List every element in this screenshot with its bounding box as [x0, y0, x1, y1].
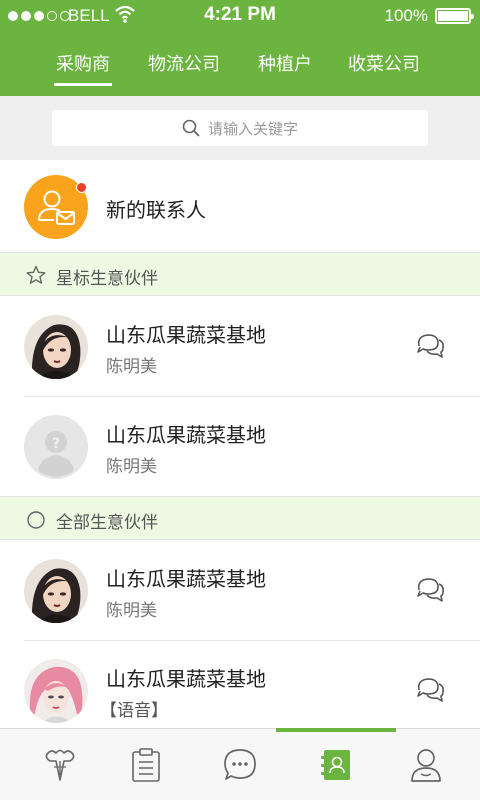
bottom-navigation — [0, 728, 480, 800]
section-header-all: 全部生意伙伴 — [0, 496, 480, 540]
chat-bubble-icon[interactable] — [414, 574, 446, 604]
nav-orders[interactable] — [98, 729, 194, 800]
contact-subtitle: 陈明美 — [106, 457, 157, 477]
battery-percentage: 100% — [384, 6, 428, 25]
tab-vegetable-collectors[interactable]: 收菜公司 — [348, 50, 420, 82]
search-input[interactable]: 请输入关键字 — [52, 110, 428, 146]
chat-bubble-icon — [224, 749, 256, 780]
svg-text:?: ? — [52, 436, 60, 452]
default-avatar: ? — [24, 415, 88, 479]
avatar — [24, 559, 88, 623]
tab-logistics[interactable]: 物流公司 — [148, 50, 220, 82]
notification-badge — [76, 182, 87, 193]
contact-name: 山东瓜果蔬菜基地 — [106, 667, 266, 691]
new-contacts-label: 新的联系人 — [106, 198, 206, 222]
contact-row[interactable]: 山东瓜果蔬菜基地 陈明美 — [0, 297, 480, 397]
chat-bubble-icon[interactable] — [414, 674, 446, 704]
category-tabs: 采购商 物流公司 种植户 收菜公司 — [0, 32, 480, 96]
tab-growers[interactable]: 种植户 — [258, 50, 312, 82]
contact-name: 山东瓜果蔬菜基地 — [106, 567, 266, 591]
vegetable-icon — [45, 749, 75, 781]
search-placeholder: 请输入关键字 — [207, 119, 298, 138]
contact-name: 山东瓜果蔬菜基地 — [106, 423, 266, 447]
section-label-all: 全部生意伙伴 — [56, 513, 158, 533]
contact-name: 山东瓜果蔬菜基地 — [106, 323, 266, 347]
section-label-starred: 星标生意伙伴 — [56, 269, 158, 289]
contact-row[interactable]: 山东瓜果蔬菜基地 陈明美 — [0, 541, 480, 641]
nav-profile[interactable] — [378, 729, 474, 800]
avatar — [24, 659, 88, 723]
tab-buyers[interactable]: 采购商 — [54, 50, 112, 86]
profile-icon — [411, 749, 441, 782]
search-area: 请输入关键字 — [0, 96, 480, 160]
nav-market[interactable] — [12, 729, 108, 800]
new-contacts-row[interactable]: 新的联系人 — [0, 160, 480, 253]
chat-bubble-icon[interactable] — [414, 330, 446, 360]
contact-subtitle: 陈明美 — [106, 601, 157, 621]
battery-icon — [435, 8, 474, 24]
nav-messages[interactable] — [192, 729, 288, 800]
contact-subtitle: 【语音】 — [100, 701, 168, 721]
contact-row[interactable]: ? 山东瓜果蔬菜基地 陈明美 — [0, 397, 480, 497]
star-outline-icon — [26, 265, 46, 284]
section-header-starred: 星标生意伙伴 — [0, 252, 480, 296]
avatar — [24, 315, 88, 379]
contact-subtitle: 陈明美 — [106, 357, 157, 377]
nav-contacts[interactable] — [276, 728, 396, 800]
clipboard-icon — [132, 748, 160, 782]
search-icon — [182, 119, 200, 137]
contacts-book-icon — [321, 750, 350, 780]
contact-row[interactable]: 山东瓜果蔬菜基地 【语音】 — [0, 641, 480, 741]
circle-outline-icon — [27, 511, 45, 529]
status-bar: BELL 4:21 PM 100% — [0, 0, 480, 32]
